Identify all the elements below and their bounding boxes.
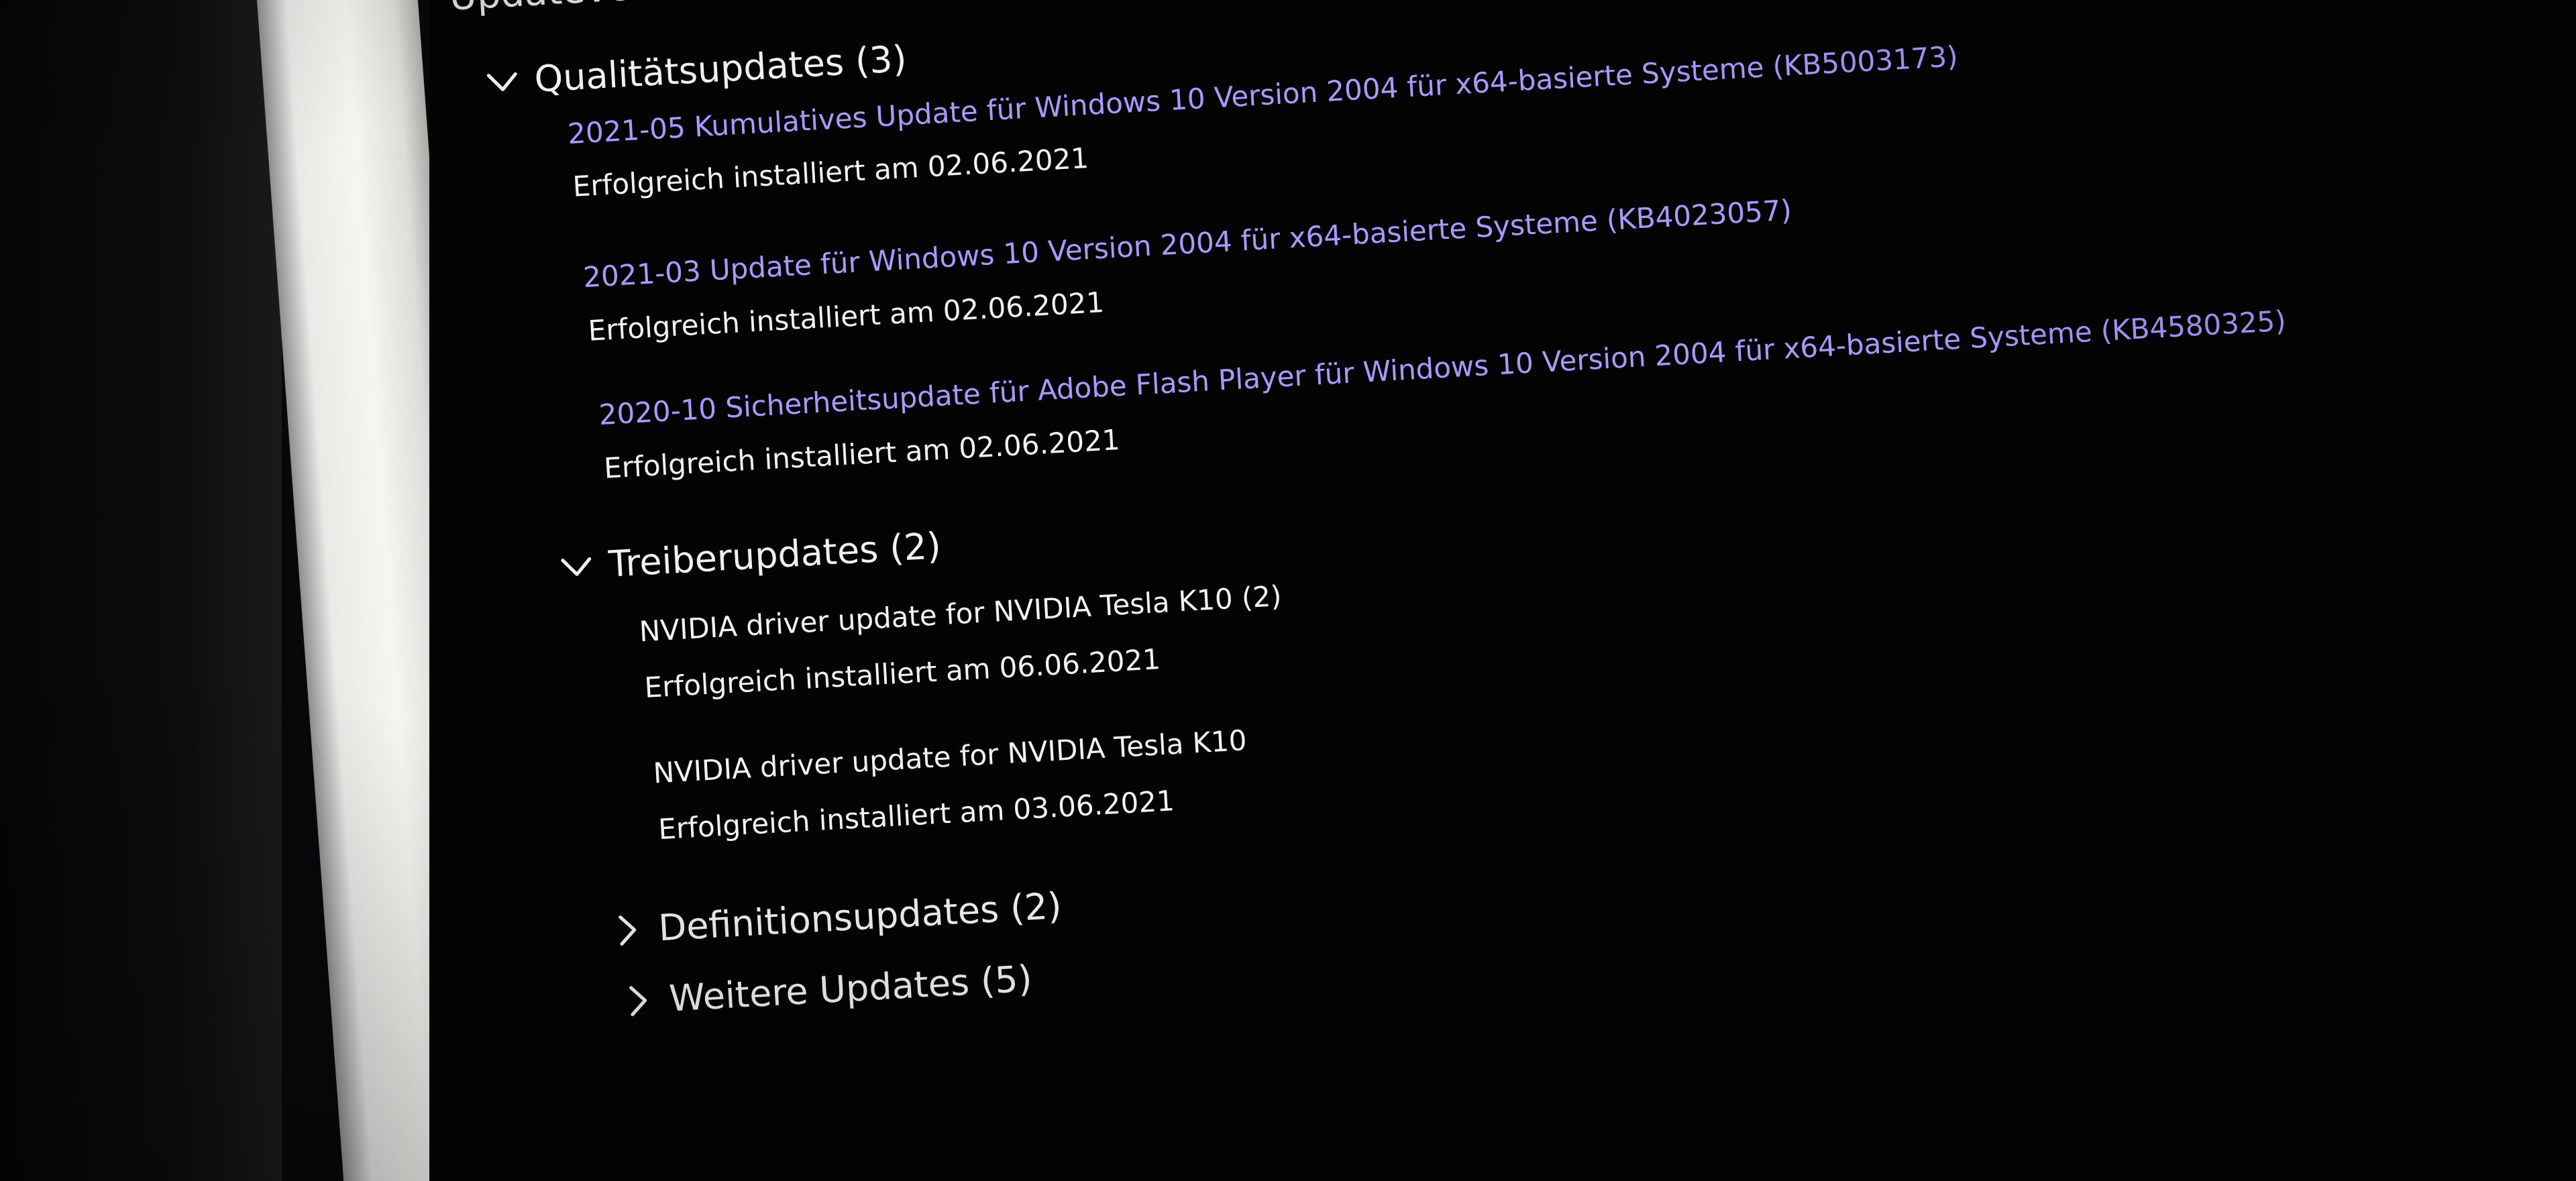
- driver-update-name: NVIDIA driver update for NVIDIA Tesla K1…: [652, 724, 1248, 790]
- photo-frame: Updateverlauf Qualitätsupdates (3) 2021-…: [0, 0, 2576, 1181]
- chevron-right-icon: [605, 909, 647, 951]
- chevron-down-icon: [481, 60, 523, 102]
- chevron-down-icon: [555, 545, 598, 587]
- update-history-content: Updateverlauf Qualitätsupdates (3) 2021-…: [1, 0, 2576, 1181]
- section-label: Treiberupdates (2): [607, 524, 943, 585]
- update-status: Erfolgreich installiert am 06.06.2021: [643, 642, 1162, 705]
- section-label: Definitionsupdates (2): [657, 884, 1063, 950]
- update-status: Erfolgreich installiert am 02.06.2021: [602, 423, 1121, 485]
- update-status: Erfolgreich installiert am 02.06.2021: [587, 285, 1106, 347]
- page-title: Updateverlauf: [448, 0, 718, 19]
- update-link-kb4023057[interactable]: 2021-03 Update für Windows 10 Version 20…: [582, 194, 1792, 294]
- section-definition-updates[interactable]: Definitionsupdates (2): [605, 885, 1063, 952]
- section-label: Weitere Updates (5): [667, 957, 1034, 1020]
- section-other-updates[interactable]: Weitere Updates (5): [616, 958, 1033, 1023]
- driver-update-name: NVIDIA driver update for NVIDIA Tesla K1…: [638, 579, 1283, 649]
- section-label: Qualitätsupdates (3): [533, 37, 908, 101]
- section-driver-updates[interactable]: Treiberupdates (2): [555, 524, 943, 588]
- update-status: Erfolgreich installiert am 02.06.2021: [572, 141, 1090, 203]
- chevron-right-icon: [616, 979, 658, 1021]
- section-quality-updates[interactable]: Qualitätsupdates (3): [481, 38, 908, 103]
- update-status: Erfolgreich installiert am 03.06.2021: [657, 784, 1175, 846]
